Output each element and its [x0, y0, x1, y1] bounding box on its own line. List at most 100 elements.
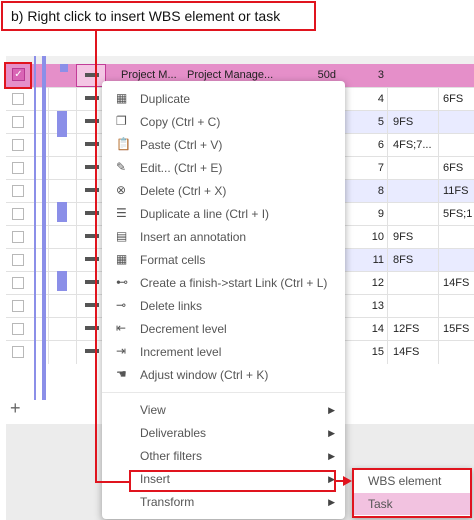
column-divider	[48, 203, 49, 226]
column-divider	[48, 134, 49, 157]
row-number-cell[interactable]: 10	[346, 226, 384, 249]
column-divider	[387, 180, 388, 203]
annotation-icon: ▤	[116, 229, 128, 243]
add-row-button[interactable]: +	[10, 398, 21, 419]
row-checkbox[interactable]	[12, 162, 24, 174]
row-number-cell[interactable]: 13	[346, 295, 384, 318]
menu-item-increment-level[interactable]: ⇥ Increment level	[102, 341, 345, 364]
menu-item-paste-ctrl-v[interactable]: 📋 Paste (Ctrl + V)	[102, 134, 345, 157]
row-checkbox[interactable]	[12, 254, 24, 266]
successor-cell[interactable]	[443, 226, 474, 249]
row-number-cell[interactable]: 8	[346, 180, 384, 203]
row-number-cell[interactable]: 7	[346, 157, 384, 180]
row-checkbox[interactable]	[12, 116, 24, 128]
menu-item-copy-ctrl-c[interactable]: ❐ Copy (Ctrl + C)	[102, 111, 345, 134]
menu-item-create-a-finish-start-link-ctrl-l[interactable]: ⊷ Create a finish->start Link (Ctrl + L)	[102, 272, 345, 295]
successor-cell[interactable]: 14FS	[443, 272, 474, 295]
successor-cell[interactable]	[443, 134, 474, 157]
successor-cell[interactable]	[443, 249, 474, 272]
successor-cell[interactable]: 6FS	[443, 88, 474, 111]
column-divider	[76, 180, 77, 203]
row-checkbox[interactable]	[12, 346, 24, 358]
predecessor-cell[interactable]	[393, 295, 441, 318]
column-divider	[438, 134, 439, 157]
column-divider	[387, 157, 388, 180]
selected-num-cell[interactable]: 3	[346, 64, 384, 87]
row-checkbox[interactable]	[12, 231, 24, 243]
predecessor-cell[interactable]: 4FS;7...	[393, 134, 441, 157]
row-number-cell[interactable]: 15	[346, 341, 384, 364]
menu-item-label: Insert an annotation	[140, 230, 247, 244]
predecessor-cell[interactable]: 14FS	[393, 341, 441, 364]
connector-line	[95, 481, 129, 483]
row-checkbox[interactable]	[12, 300, 24, 312]
wbs-tree-bar	[57, 111, 67, 137]
menu-item-duplicate-a-line-ctrl-i[interactable]: ☰ Duplicate a line (Ctrl + I)	[102, 203, 345, 226]
column-divider	[76, 341, 77, 364]
predecessor-cell[interactable]: 9FS	[393, 226, 441, 249]
row-checkbox[interactable]	[12, 277, 24, 289]
column-divider	[387, 226, 388, 249]
successor-cell[interactable]	[443, 295, 474, 318]
row-number-cell[interactable]: 6	[346, 134, 384, 157]
menu-item-edit-ctrl-e[interactable]: ✎ Edit... (Ctrl + E)	[102, 157, 345, 180]
menu-item-decrement-level[interactable]: ⇤ Decrement level	[102, 318, 345, 341]
link-icon: ⊷	[116, 275, 128, 289]
menu-item-delete-links[interactable]: ⊸ Delete links	[102, 295, 345, 318]
submenu-label: Other filters	[140, 449, 203, 463]
predecessor-cell[interactable]	[393, 157, 441, 180]
column-divider	[387, 272, 388, 295]
predecessor-cell[interactable]: 8FS	[393, 249, 441, 272]
submenu-view[interactable]: View ▶	[102, 399, 345, 422]
successor-cell[interactable]: 11FS	[443, 180, 474, 203]
wbs-tree-bar	[60, 64, 68, 72]
successor-cell[interactable]	[443, 341, 474, 364]
row-number-cell[interactable]: 4	[346, 88, 384, 111]
submenu-deliverables[interactable]: Deliverables ▶	[102, 422, 345, 445]
menu-item-duplicate[interactable]: ▦ Duplicate	[102, 88, 345, 111]
predecessor-cell[interactable]	[393, 180, 441, 203]
predecessor-cell[interactable]	[393, 272, 441, 295]
submenu-transform[interactable]: Transform ▶	[102, 491, 345, 514]
column-divider	[48, 295, 49, 318]
menu-item-label: Delete links	[140, 299, 203, 313]
predecessor-cell[interactable]: 9FS	[393, 111, 441, 134]
row-checkbox[interactable]	[12, 139, 24, 151]
context-menu: ▦ Duplicate ❐ Copy (Ctrl + C) 📋 Paste (Ctrl +…	[102, 81, 345, 519]
row-number-cell[interactable]: 11	[346, 249, 384, 272]
row-number-cell[interactable]: 14	[346, 318, 384, 341]
menu-item-delete-ctrl-x[interactable]: ⊗ Delete (Ctrl + X)	[102, 180, 345, 203]
column-divider	[438, 272, 439, 295]
row-checkbox[interactable]	[12, 185, 24, 197]
row-checkbox-checked[interactable]: ✓	[12, 68, 25, 81]
column-divider	[438, 203, 439, 226]
column-divider	[438, 295, 439, 318]
column-divider	[76, 157, 77, 180]
column-divider	[387, 203, 388, 226]
submenu-highlight	[352, 468, 472, 518]
row-checkbox[interactable]	[12, 208, 24, 220]
column-divider	[387, 295, 388, 318]
row-number-cell[interactable]: 9	[346, 203, 384, 226]
menu-item-adjust-window-ctrl-k[interactable]: ☚ Adjust window (Ctrl + K)	[102, 364, 345, 387]
submenu-label: Deliverables	[140, 426, 207, 440]
predecessor-cell[interactable]: 12FS	[393, 318, 441, 341]
successor-cell[interactable]: 5FS;1	[443, 203, 474, 226]
duplicate-line-icon: ☰	[116, 206, 127, 220]
indent-icon: ⇥	[116, 344, 127, 358]
menu-item-insert-an-annotation[interactable]: ▤ Insert an annotation	[102, 226, 345, 249]
row-number-cell[interactable]: 12	[346, 272, 384, 295]
successor-cell[interactable]: 6FS	[443, 157, 474, 180]
successor-cell[interactable]: 15FS	[443, 318, 474, 341]
menu-item-label: Duplicate a line (Ctrl + I)	[140, 207, 270, 221]
row-checkbox[interactable]	[12, 93, 24, 105]
predecessor-cell[interactable]	[393, 88, 441, 111]
submenu-other-filters[interactable]: Other filters ▶	[102, 445, 345, 468]
menu-item-format-cells[interactable]: ▦ Format cells	[102, 249, 345, 272]
column-divider	[76, 203, 77, 226]
wbs-tree-bar	[57, 202, 67, 222]
successor-cell[interactable]	[443, 111, 474, 134]
predecessor-cell[interactable]	[393, 203, 441, 226]
row-number-cell[interactable]: 5	[346, 111, 384, 134]
row-checkbox[interactable]	[12, 323, 24, 335]
